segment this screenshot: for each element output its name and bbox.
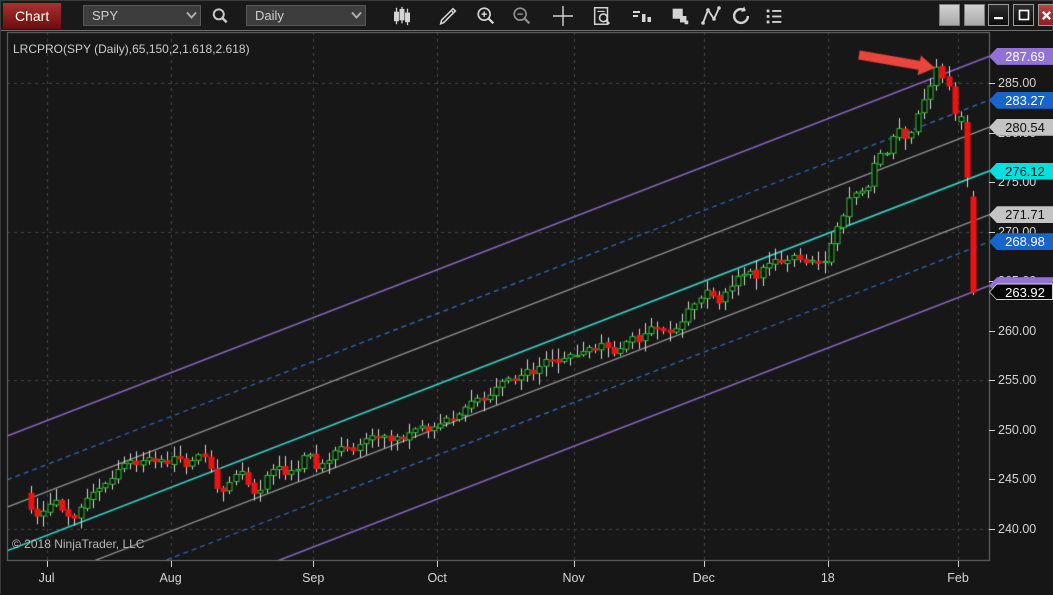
indicators-button[interactable]	[629, 3, 655, 29]
time-tick-label: Aug	[159, 571, 182, 585]
search-icon	[212, 8, 228, 24]
price-tick-label: 255.00	[989, 372, 1053, 388]
pencil-icon	[439, 7, 457, 26]
time-tick	[827, 561, 829, 567]
price-tick-label: 260.00	[989, 323, 1053, 339]
minimize-icon	[993, 17, 1003, 20]
time-tick-label: Nov	[562, 571, 585, 585]
minimize-button[interactable]	[988, 4, 1009, 26]
price-badge: 268.98	[989, 233, 1053, 251]
crosshair-icon	[553, 6, 573, 26]
reload-icon	[732, 6, 750, 25]
time-tick-label: 18	[820, 571, 835, 585]
time-tick-label: Sep	[302, 571, 325, 585]
bars-icon	[394, 6, 410, 26]
price-badge: 280.54	[989, 118, 1053, 136]
price-badge: 271.71	[989, 206, 1053, 224]
indicator-label: LRCPRO(SPY (Daily),65,150,2,1.618,2.618)	[13, 42, 250, 56]
chevron-down-icon	[347, 10, 365, 22]
price-badge: 287.69	[989, 47, 1053, 65]
chart-area: LRCPRO(SPY (Daily),65,150,2,1.618,2.618)…	[1, 31, 1053, 595]
price-badge: 283.27	[989, 91, 1053, 109]
properties-icon	[766, 9, 782, 24]
time-axis[interactable]: Jul Aug Sep Oct Nov Dec 18 Feb	[1, 560, 1053, 595]
zoom-in-icon	[477, 7, 495, 25]
properties-button[interactable]	[761, 3, 787, 29]
tile-button-1[interactable]	[939, 4, 960, 26]
price-axis[interactable]: 285.00280.00275.00270.00265.00260.00255.…	[989, 31, 1053, 561]
last-price-badge: 263.92	[989, 283, 1053, 301]
price-tick-label: 250.00	[989, 422, 1053, 438]
chart-style-button[interactable]	[389, 3, 415, 29]
time-tick-label: Dec	[692, 571, 715, 585]
strategies-button[interactable]	[667, 3, 693, 29]
strategies-icon	[672, 8, 689, 25]
time-tick	[958, 561, 959, 567]
price-badge: 276.12	[989, 162, 1053, 180]
polyline-icon	[701, 6, 721, 25]
copyright-label: © 2018 NinjaTrader, LLC	[12, 537, 145, 551]
price-tick-label: 245.00	[989, 471, 1053, 487]
instrument-search-button[interactable]	[207, 3, 233, 29]
zoom-out-icon	[513, 7, 531, 25]
time-tick-label: Oct	[427, 571, 447, 585]
time-tick	[573, 561, 575, 567]
drawing-objects-button[interactable]	[698, 3, 724, 29]
data-box-icon	[593, 7, 611, 25]
price-tick-label: 285.00	[989, 75, 1053, 91]
crosshair-button[interactable]	[550, 3, 576, 29]
chevron-down-icon	[182, 10, 200, 22]
drawing-tools-button[interactable]	[435, 3, 461, 29]
time-tick	[46, 561, 48, 567]
indicators-icon	[633, 11, 651, 22]
time-tick	[437, 561, 439, 567]
data-box-button[interactable]	[589, 3, 615, 29]
reload-button[interactable]	[728, 3, 754, 29]
instrument-value: SPY	[92, 8, 119, 23]
zoom-out-button[interactable]	[509, 3, 535, 29]
interval-value: Daily	[255, 8, 284, 23]
close-icon	[1041, 10, 1051, 20]
instrument-selector[interactable]: SPY	[83, 5, 201, 26]
chart-tab[interactable]: Chart	[3, 3, 62, 29]
interval-selector[interactable]: Daily	[246, 5, 366, 26]
time-tick	[703, 561, 705, 567]
tile-button-2[interactable]	[964, 4, 985, 26]
titlebar: Chart SPY Daily	[1, 1, 1053, 31]
time-tick-label: Feb	[947, 571, 969, 585]
maximize-button[interactable]	[1013, 4, 1034, 26]
maximize-icon	[1018, 9, 1029, 21]
price-chart-canvas[interactable]	[1, 31, 1053, 595]
ninjatrader-chart-window: Chart SPY Daily LRCPRO(SPY (Daily),65,15…	[0, 0, 1053, 595]
zoom-in-button[interactable]	[473, 3, 499, 29]
close-button[interactable]	[1038, 4, 1053, 26]
time-tick	[313, 561, 315, 567]
time-tick	[170, 561, 172, 567]
time-tick-label: Jul	[38, 571, 55, 585]
price-tick-label: 240.00	[989, 521, 1053, 537]
